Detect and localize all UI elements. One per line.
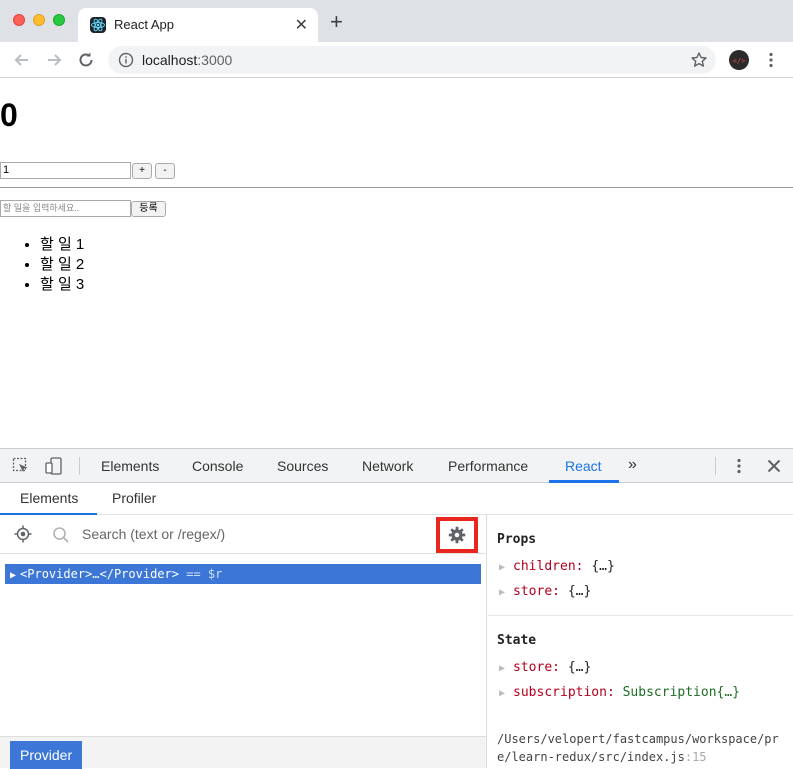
state-row[interactable]: ▶ subscription: Subscription{…}	[499, 685, 740, 700]
component-tree-row-provider[interactable]: ▶ <Provider>…</Provider> == $r	[5, 564, 481, 584]
state-key: store:	[513, 660, 560, 675]
settings-gear-icon[interactable]	[448, 526, 466, 544]
browser-menu-icon[interactable]	[766, 51, 776, 69]
breadcrumb-provider[interactable]: Provider	[10, 741, 83, 769]
browser-tab-strip: React App ✕ +	[0, 0, 793, 42]
browser-tab[interactable]: React App ✕	[78, 8, 318, 42]
todo-item[interactable]: 할 일 1	[40, 235, 84, 255]
close-window-button[interactable]	[13, 14, 25, 26]
devtools-close-icon[interactable]	[765, 457, 783, 475]
extension-icon[interactable]: </>	[729, 50, 749, 70]
tab-console[interactable]: Console	[192, 458, 243, 474]
props-pane: Props ▶ children: {…} ▶ store: {…} State ▶…	[488, 515, 793, 768]
new-tab-button[interactable]: +	[330, 11, 343, 33]
svg-text:</>: </>	[733, 57, 746, 65]
expand-arrow-icon[interactable]: ▶	[499, 562, 505, 573]
url-text: localhost:3000	[142, 52, 232, 68]
toolbar-separator	[715, 457, 716, 475]
prop-key: store:	[513, 584, 560, 599]
tab-react[interactable]: React	[565, 458, 602, 474]
expand-arrow-icon[interactable]: ▶	[499, 663, 505, 674]
source-file-path: /Users/velopert/fastcampus/workspace/pre…	[497, 732, 779, 764]
prop-value: {…}	[567, 584, 592, 599]
component-search-bar: Search (text or /regex/)	[0, 515, 486, 554]
settings-highlight-box	[436, 517, 478, 553]
page-viewport: 0 1 + - 할 일을 입력하세요.. 등록 할 일 1 할 일 2 할 일 …	[0, 79, 793, 448]
props-heading: Props	[497, 532, 537, 547]
component-tree-pane: Search (text or /regex/) ▶ <Provider>…</…	[0, 515, 487, 769]
tab-title: React App	[114, 17, 174, 32]
source-line-number: :15	[684, 750, 707, 764]
state-heading: State	[497, 633, 537, 648]
prop-value: {…}	[591, 559, 615, 574]
browser-toolbar: localhost:3000 </>	[0, 42, 793, 78]
decrease-button[interactable]: -	[155, 163, 175, 179]
diff-input[interactable]: 1	[0, 162, 131, 179]
zoom-window-button[interactable]	[53, 14, 65, 26]
reload-icon[interactable]	[75, 49, 97, 71]
tab-network[interactable]: Network	[362, 458, 413, 474]
subtab-components[interactable]: Elements	[20, 490, 78, 506]
toolbar-separator	[79, 457, 80, 475]
source-location[interactable]: /Users/velopert/fastcampus/workspace/pre…	[497, 730, 787, 766]
component-ref: == $r	[178, 567, 223, 581]
tab-performance[interactable]: Performance	[448, 458, 528, 474]
devtools-menu-icon[interactable]	[730, 457, 748, 475]
bookmark-star-icon[interactable]	[690, 51, 708, 69]
state-value: Subscription{…}	[622, 685, 741, 700]
search-icon	[52, 526, 70, 544]
expand-arrow-icon[interactable]: ▶	[10, 570, 16, 581]
state-value: {…}	[567, 660, 592, 675]
state-row[interactable]: ▶ store: {…}	[499, 660, 591, 675]
select-component-icon[interactable]	[14, 525, 32, 543]
todo-item[interactable]: 할 일 3	[40, 275, 84, 295]
more-tabs-icon[interactable]: »	[628, 456, 637, 474]
devtools-panel: Elements Console Sources Network Perform…	[0, 448, 793, 769]
section-divider	[488, 615, 793, 616]
prop-row[interactable]: ▶ children: {…}	[499, 559, 615, 574]
tab-close-icon[interactable]: ✕	[295, 15, 308, 35]
devtools-main-toolbar: Elements Console Sources Network Perform…	[0, 449, 793, 483]
expand-arrow-icon[interactable]: ▶	[499, 688, 505, 699]
minimize-window-button[interactable]	[33, 14, 45, 26]
increase-button[interactable]: +	[132, 163, 152, 179]
address-bar[interactable]: localhost:3000	[108, 46, 716, 74]
todo-list: 할 일 1 할 일 2 할 일 3	[22, 235, 84, 295]
state-key: subscription:	[513, 685, 615, 700]
register-button[interactable]: 등록	[131, 201, 166, 217]
back-arrow-icon[interactable]	[11, 49, 33, 71]
inspect-element-icon[interactable]	[12, 457, 30, 475]
info-icon[interactable]	[118, 52, 134, 68]
todo-item[interactable]: 할 일 2	[40, 255, 84, 275]
tab-elements[interactable]: Elements	[101, 458, 159, 474]
component-name: <Provider>…</Provider>	[20, 567, 179, 581]
device-toolbar-icon[interactable]	[45, 457, 63, 475]
expand-arrow-icon[interactable]: ▶	[499, 587, 505, 598]
react-favicon-icon	[90, 17, 106, 33]
counter-value: 0	[0, 97, 18, 133]
component-breadcrumbs: Provider	[0, 736, 486, 769]
prop-row[interactable]: ▶ store: {…}	[499, 584, 591, 599]
url-port: :3000	[197, 52, 233, 68]
divider	[0, 187, 793, 188]
todo-input[interactable]: 할 일을 입력하세요..	[0, 200, 131, 217]
prop-key: children:	[513, 559, 584, 574]
component-search-input[interactable]: Search (text or /regex/)	[82, 526, 225, 542]
react-subtab-bar: Elements Profiler	[0, 483, 793, 515]
url-host: localhost	[142, 52, 198, 68]
subtab-profiler[interactable]: Profiler	[112, 490, 156, 506]
forward-arrow-icon[interactable]	[43, 49, 65, 71]
tab-sources[interactable]: Sources	[277, 458, 328, 474]
